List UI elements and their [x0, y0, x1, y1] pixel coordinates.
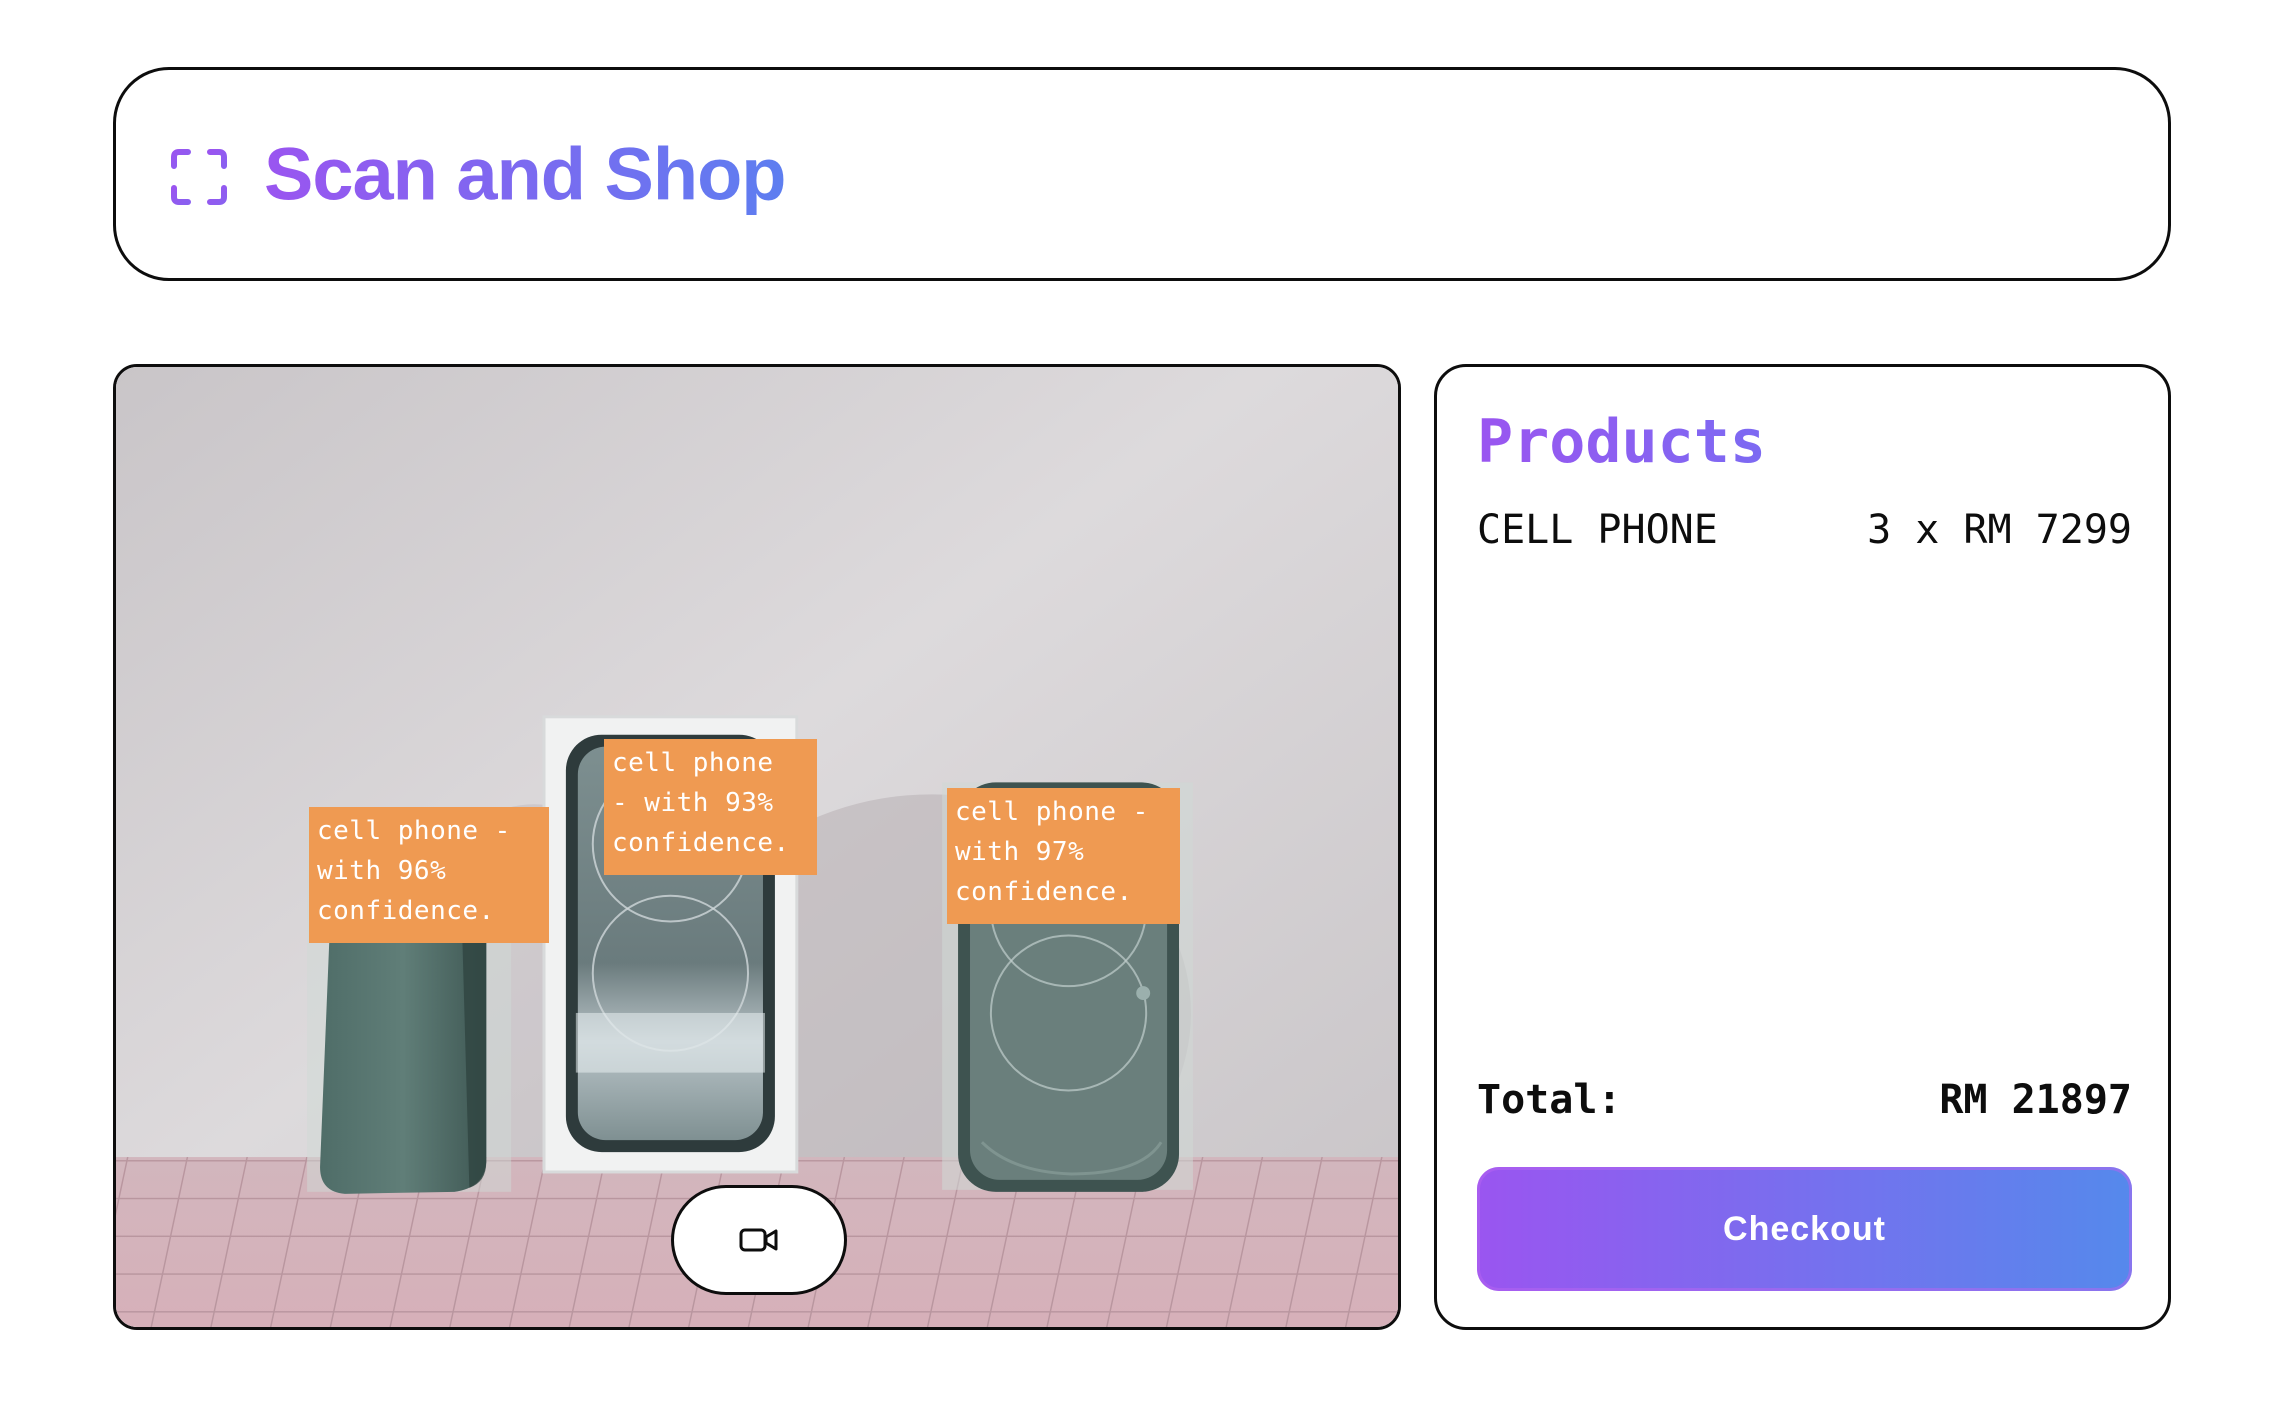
checkout-button[interactable]: Checkout	[1477, 1167, 2132, 1291]
products-title: Products	[1477, 407, 1766, 477]
app-title: Scan and Shop	[264, 132, 787, 216]
scan-frame-icon	[171, 149, 227, 205]
products-panel: Products CELL PHONE 3 x RM 7299 Total: R…	[1434, 364, 2171, 1330]
page: Scan and Shop cell phone - with 96% conf…	[0, 0, 2270, 1408]
product-item: CELL PHONE 3 x RM 7299	[1477, 507, 2132, 553]
total-value: RM 21897	[1939, 1077, 2132, 1123]
product-name: CELL PHONE	[1477, 507, 1718, 553]
record-video-button[interactable]	[671, 1185, 847, 1295]
camera-feed: cell phone - with 96% confidence. cell p…	[113, 364, 1401, 1330]
detection-label-3: cell phone - with 97% confidence.	[947, 788, 1180, 924]
detection-label-1: cell phone - with 96% confidence.	[309, 807, 549, 943]
video-camera-icon	[739, 1228, 778, 1252]
total-row: Total: RM 21897	[1477, 1077, 2132, 1123]
detection-label-2: cell phone - with 93% confidence.	[604, 739, 817, 875]
total-label: Total:	[1477, 1077, 1622, 1123]
product-quantity-price: 3 x RM 7299	[1867, 507, 2132, 553]
app-header: Scan and Shop	[113, 67, 2171, 281]
